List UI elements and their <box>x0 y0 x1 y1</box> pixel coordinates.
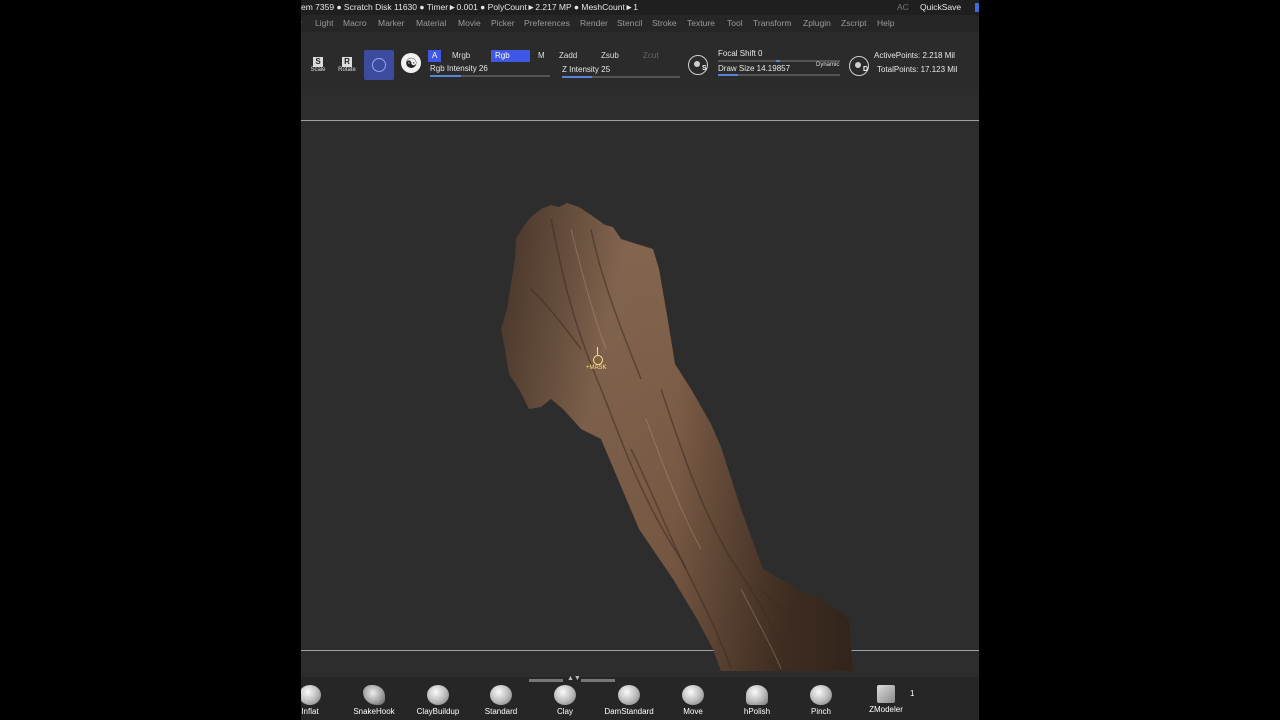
brush-label: Clay <box>556 707 573 716</box>
snakehook-icon <box>363 685 385 705</box>
rotate-button[interactable]: R Rotate <box>334 54 360 82</box>
s-letter: S <box>702 65 707 72</box>
z-intensity-fill <box>562 76 592 78</box>
dynamesh-icon[interactable]: D <box>849 56 869 76</box>
d-letter: D <box>863 66 869 73</box>
top-shelf: S Scale R Rotate ☯ A Mrgb Rgb M Rgb Inte… <box>301 0 979 89</box>
rgb-intensity-label: Rgb Intensity 26 <box>430 64 488 73</box>
m-toggle[interactable]: M <box>534 50 549 62</box>
brush-label: Inflat <box>301 707 319 716</box>
z-intensity-slider[interactable] <box>562 76 680 78</box>
brush-label: SnakeHook <box>353 707 395 716</box>
focal-shift-fill <box>776 60 780 62</box>
brush-pinch[interactable]: Pinch <box>791 685 851 716</box>
scale-label: Scale <box>310 67 326 73</box>
draw-button[interactable] <box>364 50 394 80</box>
brush-damstandard[interactable]: DamStandard <box>599 685 659 716</box>
cursor-mask-label: +MASK <box>586 365 607 371</box>
scale-button[interactable]: S Scale <box>305 54 331 82</box>
brush-count: 1 <box>910 689 915 698</box>
shelf-handle-left <box>529 679 563 682</box>
inflat-icon <box>301 685 321 705</box>
brush-standard[interactable]: Standard <box>471 685 531 716</box>
dynamic-toggle[interactable]: Dynamic <box>816 62 839 68</box>
cursor-crosshair <box>597 347 598 355</box>
focal-shift-icon[interactable]: S <box>688 55 708 75</box>
brush-label: ZModeler <box>869 705 903 714</box>
zadd-toggle[interactable]: Zadd <box>555 50 581 62</box>
brush-clay[interactable]: Clay <box>535 685 595 716</box>
draw-size-fill <box>718 74 738 76</box>
rgb-intensity-slider[interactable] <box>430 75 550 77</box>
scale-icon: S <box>313 57 323 67</box>
claybuildup-icon <box>427 685 449 705</box>
brush-cursor-icon <box>593 355 603 365</box>
material-button[interactable]: ☯ <box>401 53 421 73</box>
focal-dot <box>694 61 700 67</box>
shelf-handle-right <box>581 679 615 682</box>
brush-label: Pinch <box>810 707 831 716</box>
brush-snakehook[interactable]: SnakeHook <box>344 685 404 716</box>
zmodeler-cube-icon <box>877 685 895 703</box>
shelf-handle[interactable]: ▲▼ <box>529 675 615 683</box>
brush-label: ClayBuildup <box>416 707 460 716</box>
material-icon: ☯ <box>405 55 418 71</box>
brush-inflat[interactable]: Inflat <box>301 685 340 716</box>
damstandard-icon <box>618 685 640 705</box>
draw-size-slider[interactable] <box>718 74 840 76</box>
rotate-label: Rotate <box>338 67 356 73</box>
arm-model[interactable] <box>301 89 979 677</box>
a-toggle[interactable]: A <box>428 50 442 62</box>
brush-shelf: ▲▼ Inflat SnakeHook ClayBuildup Standard… <box>301 675 979 720</box>
canvas-viewport[interactable]: +MASK <box>301 89 979 677</box>
brush-zmodeler[interactable]: ZModeler <box>856 685 916 714</box>
draw-brush-icon <box>372 58 386 72</box>
hpolish-icon <box>746 685 768 705</box>
brush-claybuildup[interactable]: ClayBuildup <box>408 685 468 716</box>
standard-icon <box>490 685 512 705</box>
brush-label: Standard <box>484 707 518 716</box>
move-icon <box>682 685 704 705</box>
brush-label: hPolish <box>743 707 771 716</box>
zbrush-window: em 7359 ● Scratch Disk 11630 ● Timer►0.0… <box>301 0 979 720</box>
rgb-toggle[interactable]: Rgb <box>491 50 530 62</box>
pinch-icon <box>810 685 832 705</box>
brush-label: Move <box>683 707 703 716</box>
zcut-toggle[interactable]: Zcut <box>639 50 663 62</box>
brush-hpolish[interactable]: hPolish <box>727 685 787 716</box>
rgb-intensity-fill <box>430 75 462 77</box>
brush-label: DamStandard <box>604 707 654 716</box>
focal-shift-label: Focal Shift 0 <box>718 49 763 58</box>
zsub-toggle[interactable]: Zsub <box>597 50 623 62</box>
draw-size-label: Draw Size 14.19857 <box>718 64 791 73</box>
brush-cursor <box>591 347 605 365</box>
z-intensity-label: Z Intensity 25 <box>562 65 611 74</box>
mrgb-toggle[interactable]: Mrgb <box>448 50 474 62</box>
total-points: TotalPoints: 17.123 Mil <box>877 65 958 74</box>
active-points: ActivePoints: 2.218 Mil <box>874 51 955 60</box>
rotate-icon: R <box>342 57 352 67</box>
clay-icon <box>554 685 576 705</box>
dyn-dot <box>855 62 861 68</box>
chevron-updown-icon: ▲▼ <box>567 675 581 682</box>
brush-move[interactable]: Move <box>663 685 723 716</box>
